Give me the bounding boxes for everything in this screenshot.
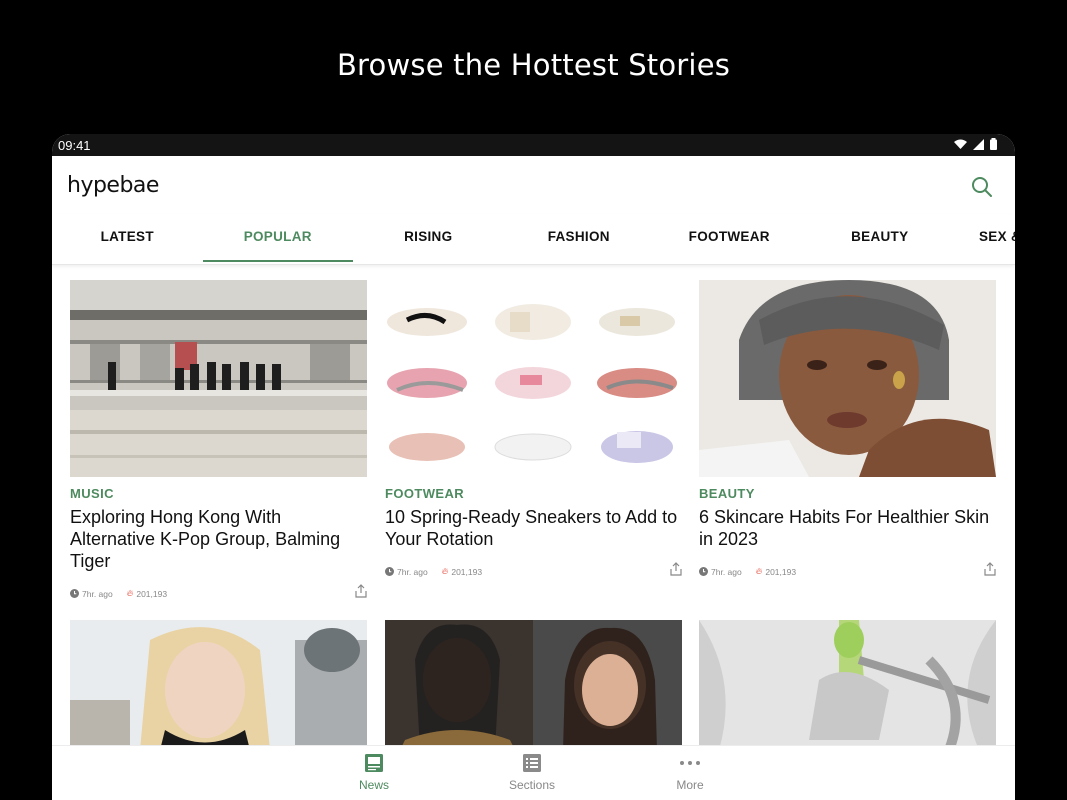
tab-fashion[interactable]: FASHION <box>504 214 655 264</box>
nav-news-label: News <box>358 778 389 792</box>
tab-footwear[interactable]: FOOTWEAR <box>654 214 805 264</box>
article-image[interactable] <box>699 280 996 477</box>
fire-icon: 🔥︎ <box>755 566 763 576</box>
fire-icon: 🔥︎ <box>441 566 449 576</box>
nav-more[interactable]: More <box>650 754 730 792</box>
tab-beauty[interactable]: BEAUTY <box>805 214 956 264</box>
tab-latest[interactable]: LATEST <box>52 214 203 264</box>
clock-icon <box>70 589 79 598</box>
article-image[interactable] <box>70 280 367 477</box>
article-meta: 7hr. ago 🔥︎ 201,193 <box>70 584 367 599</box>
news-icon <box>365 754 383 772</box>
article-views: 201,193 <box>451 566 483 577</box>
status-icons <box>954 138 997 150</box>
article-category[interactable]: MUSIC <box>70 486 367 501</box>
article-card[interactable]: MUSIC Exploring Hong Kong With Alternati… <box>70 280 367 599</box>
article-views: 201,193 <box>136 588 168 599</box>
app-header: hypebae <box>52 156 1015 214</box>
tab-sex[interactable]: SEX & <box>955 214 1015 264</box>
wifi-icon <box>954 139 967 149</box>
status-bar: 09:41 <box>52 134 1015 156</box>
article-title[interactable]: Exploring Hong Kong With Alternative K-P… <box>70 506 367 572</box>
promo-title: Browse the Hottest Stories <box>336 48 731 82</box>
signal-icon <box>973 138 984 150</box>
article-card[interactable]: BEAUTY 6 Skincare Habits For Healthier S… <box>699 280 996 577</box>
battery-icon <box>990 138 997 150</box>
article-category[interactable]: FOOTWEAR <box>385 486 682 501</box>
clock-icon <box>385 567 394 576</box>
nav-sections[interactable]: Sections <box>492 754 572 792</box>
article-title[interactable]: 10 Spring-Ready Sneakers to Add to Your … <box>385 506 682 550</box>
bottom-nav: News Sections More <box>52 745 1015 800</box>
section-tabs: LATEST POPULAR RISING FASHION FOOTWEAR B… <box>52 214 1015 265</box>
sections-icon <box>523 754 541 772</box>
article-meta: 7hr. ago 🔥︎ 201,193 <box>385 562 682 577</box>
clock-icon <box>699 567 708 576</box>
share-icon[interactable] <box>984 562 996 576</box>
article-meta: 7hr. ago 🔥︎ 201,193 <box>699 562 996 577</box>
nav-news[interactable]: News <box>334 754 414 792</box>
article-image[interactable] <box>385 280 682 477</box>
article-title[interactable]: 6 Skincare Habits For Healthier Skin in … <box>699 506 996 550</box>
share-icon[interactable] <box>355 584 367 598</box>
tab-rising[interactable]: RISING <box>353 214 504 264</box>
article-time: 7hr. ago <box>82 588 113 599</box>
device-screen: 09:41 hypebae LATEST POPULAR RISING FASH… <box>52 134 1015 800</box>
search-icon[interactable] <box>971 176 993 198</box>
article-time: 7hr. ago <box>397 566 428 577</box>
article-card[interactable]: FOOTWEAR 10 Spring-Ready Sneakers to Add… <box>385 280 682 577</box>
nav-more-label: More <box>676 778 704 792</box>
more-dots-icon <box>680 761 700 765</box>
fire-icon: 🔥︎ <box>126 588 134 598</box>
article-category[interactable]: BEAUTY <box>699 486 996 501</box>
app-logo[interactable]: hypebae <box>67 173 159 198</box>
status-time: 09:41 <box>58 138 91 153</box>
nav-sections-label: Sections <box>508 778 556 792</box>
share-icon[interactable] <box>670 562 682 576</box>
article-time: 7hr. ago <box>711 566 742 577</box>
tab-popular[interactable]: POPULAR <box>202 214 354 264</box>
article-views: 201,193 <box>765 566 797 577</box>
